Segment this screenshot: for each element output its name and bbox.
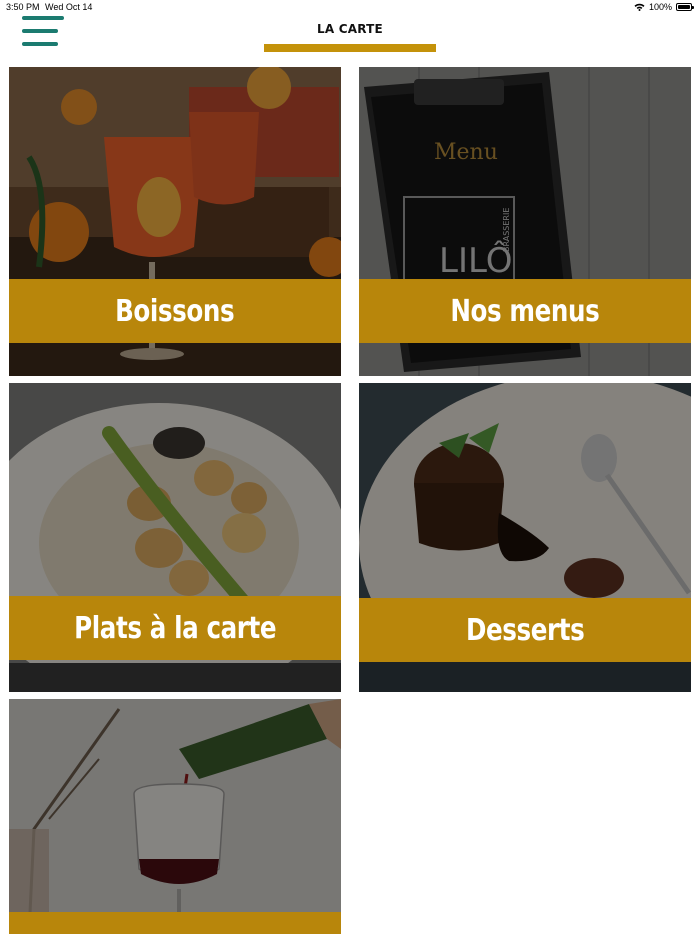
category-label: Boissons	[115, 293, 235, 329]
category-card-nos-menus[interactable]: Menu LILÔ BRASSERIE Nos menus	[359, 67, 691, 376]
category-label: Plats à la carte	[73, 610, 276, 646]
status-bar: 3:50 PM Wed Oct 14 100%	[0, 0, 700, 14]
status-date: Wed Oct 14	[45, 2, 93, 12]
category-banner: Boissons	[9, 279, 341, 343]
category-card-vins[interactable]	[9, 699, 341, 934]
battery-percent: 100%	[648, 2, 672, 12]
category-card-plats-a-la-carte[interactable]: Plats à la carte	[9, 383, 341, 692]
title-underline	[264, 44, 436, 52]
menu-line	[22, 16, 64, 20]
photo-overlay	[9, 699, 341, 934]
page-title: LA CARTE	[317, 22, 383, 36]
battery-icon	[676, 3, 694, 11]
category-banner: Plats à la carte	[9, 596, 341, 660]
category-label: Nos menus	[450, 293, 600, 329]
category-card-boissons[interactable]: Boissons	[9, 67, 341, 376]
category-banner: Nos menus	[359, 279, 691, 343]
category-card-desserts[interactable]: Desserts	[359, 383, 691, 692]
status-time: 3:50 PM	[6, 2, 40, 12]
category-banner: Desserts	[359, 598, 691, 662]
category-label: Desserts	[465, 612, 585, 648]
menu-line	[22, 42, 58, 46]
wifi-icon	[634, 3, 645, 11]
status-indicators: 100%	[634, 2, 694, 12]
category-banner	[9, 912, 341, 934]
